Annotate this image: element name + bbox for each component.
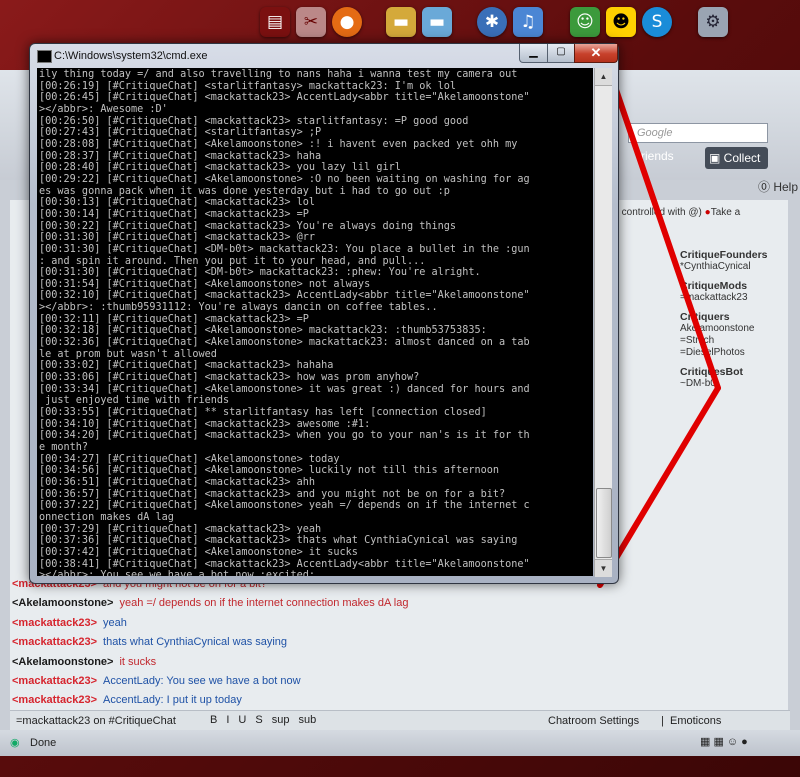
console-line: [00:37:22] [#CritiqueChat] <Akelamoonsto… <box>39 500 530 512</box>
console-line: just enjoyed time with friends <box>39 395 230 407</box>
console-line: ></abbr>: Awesome :D' <box>39 103 168 115</box>
console-line: [00:32:36] [#CritiqueChat] <Akelamoonsto… <box>39 337 530 349</box>
console-line: ></abbr>: You see we have a bot now :exc… <box>39 570 316 576</box>
console-line: [00:36:57] [#CritiqueChat] <mackattack23… <box>39 488 506 500</box>
console-line: [00:33:06] [#CritiqueChat] <mackattack23… <box>39 372 420 384</box>
console-line: [00:33:02] [#CritiqueChat] <mackattack23… <box>39 360 334 372</box>
console-output[interactable]: ily thing today =/ and also travelling t… <box>37 68 593 576</box>
scroll-up-icon[interactable]: ▲ <box>595 68 612 86</box>
cmd-window: C:\Windows\system32\cmd.exe ▁ ▢ ✕ ily th… <box>29 43 619 584</box>
console-line: [00:38:41] [#CritiqueChat] <mackattack23… <box>39 558 530 570</box>
console-line: ily thing today =/ and also travelling t… <box>39 69 518 80</box>
console-line: [00:37:42] [#CritiqueChat] <Akelamoonsto… <box>39 546 358 558</box>
console-line: [00:30:14] [#CritiqueChat] <mackattack23… <box>39 208 309 220</box>
console-line: [00:31:30] [#CritiqueChat] <mackattack23… <box>39 232 316 244</box>
console-line: [00:30:22] [#CritiqueChat] <mackattack23… <box>39 220 457 232</box>
console-line: [00:34:10] [#CritiqueChat] <mackattack23… <box>39 418 371 430</box>
console-line: [00:32:10] [#CritiqueChat] <mackattack23… <box>39 290 530 302</box>
console-line: [00:26:45] [#CritiqueChat] <mackattack23… <box>39 92 530 104</box>
console-text: ily thing today =/ and also travelling t… <box>39 69 591 576</box>
minimize-button[interactable]: ▁ <box>519 44 548 63</box>
console-line: [00:36:51] [#CritiqueChat] <mackattack23… <box>39 476 316 488</box>
console-line: [00:37:36] [#CritiqueChat] <mackattack23… <box>39 535 518 547</box>
console-line: [00:31:30] [#CritiqueChat] <DM-b0t> mack… <box>39 243 530 255</box>
console-line: [00:26:19] [#CritiqueChat] <starlitfanta… <box>39 80 457 92</box>
console-line: : and spin it around. Then you put it to… <box>39 255 426 267</box>
console-line: [00:28:37] [#CritiqueChat] <mackattack23… <box>39 150 322 162</box>
console-line: [00:34:20] [#CritiqueChat] <mackattack23… <box>39 430 530 442</box>
console-line: [00:34:27] [#CritiqueChat] <Akelamoonsto… <box>39 453 340 465</box>
console-line: [00:28:08] [#CritiqueChat] <Akelamoonsto… <box>39 138 518 150</box>
scroll-down-icon[interactable]: ▼ <box>595 559 612 577</box>
console-line: le at prom but wasn't allowed <box>39 348 217 360</box>
console-line: ></abbr>: :thumb95931112: You're always … <box>39 302 438 314</box>
console-line: e month? <box>39 442 89 453</box>
console-line: [00:37:29] [#CritiqueChat] <mackattack23… <box>39 523 322 535</box>
scrollbar[interactable]: ▲ ▼ <box>594 68 612 577</box>
console-line: [00:34:56] [#CritiqueChat] <Akelamoonsto… <box>39 465 500 477</box>
console-line: [00:30:13] [#CritiqueChat] <mackattack23… <box>39 197 316 209</box>
console-line: es was gonna pack when it was done yeste… <box>39 185 450 197</box>
console-line: [00:28:40] [#CritiqueChat] <mackattack23… <box>39 162 401 174</box>
console-line: onnection makes dA lag <box>39 511 174 523</box>
scroll-thumb[interactable] <box>596 488 612 558</box>
console-line: [00:32:18] [#CritiqueChat] <Akelamoonsto… <box>39 325 487 337</box>
arrow-line <box>609 75 721 391</box>
cmd-title: C:\Windows\system32\cmd.exe <box>54 50 208 62</box>
console-line: [00:33:55] [#CritiqueChat] ** starlitfan… <box>39 407 487 419</box>
console-icon <box>37 50 52 63</box>
console-line: [00:31:54] [#CritiqueChat] <Akelamoonsto… <box>39 278 371 290</box>
console-line: [00:32:11] [#CritiqueChat] <mackattack23… <box>39 313 309 325</box>
console-line: [00:29:22] [#CritiqueChat] <Akelamoonsto… <box>39 173 530 185</box>
console-line: [00:33:34] [#CritiqueChat] <Akelamoonsto… <box>39 383 530 395</box>
console-line: [00:27:43] [#CritiqueChat] <starlitfanta… <box>39 127 322 139</box>
console-line: [00:31:30] [#CritiqueChat] <DM-b0t> mack… <box>39 267 481 279</box>
console-line: [00:26:50] [#CritiqueChat] <mackattack23… <box>39 115 469 127</box>
close-button[interactable]: ✕ <box>574 44 618 63</box>
maximize-button[interactable]: ▢ <box>547 44 575 63</box>
